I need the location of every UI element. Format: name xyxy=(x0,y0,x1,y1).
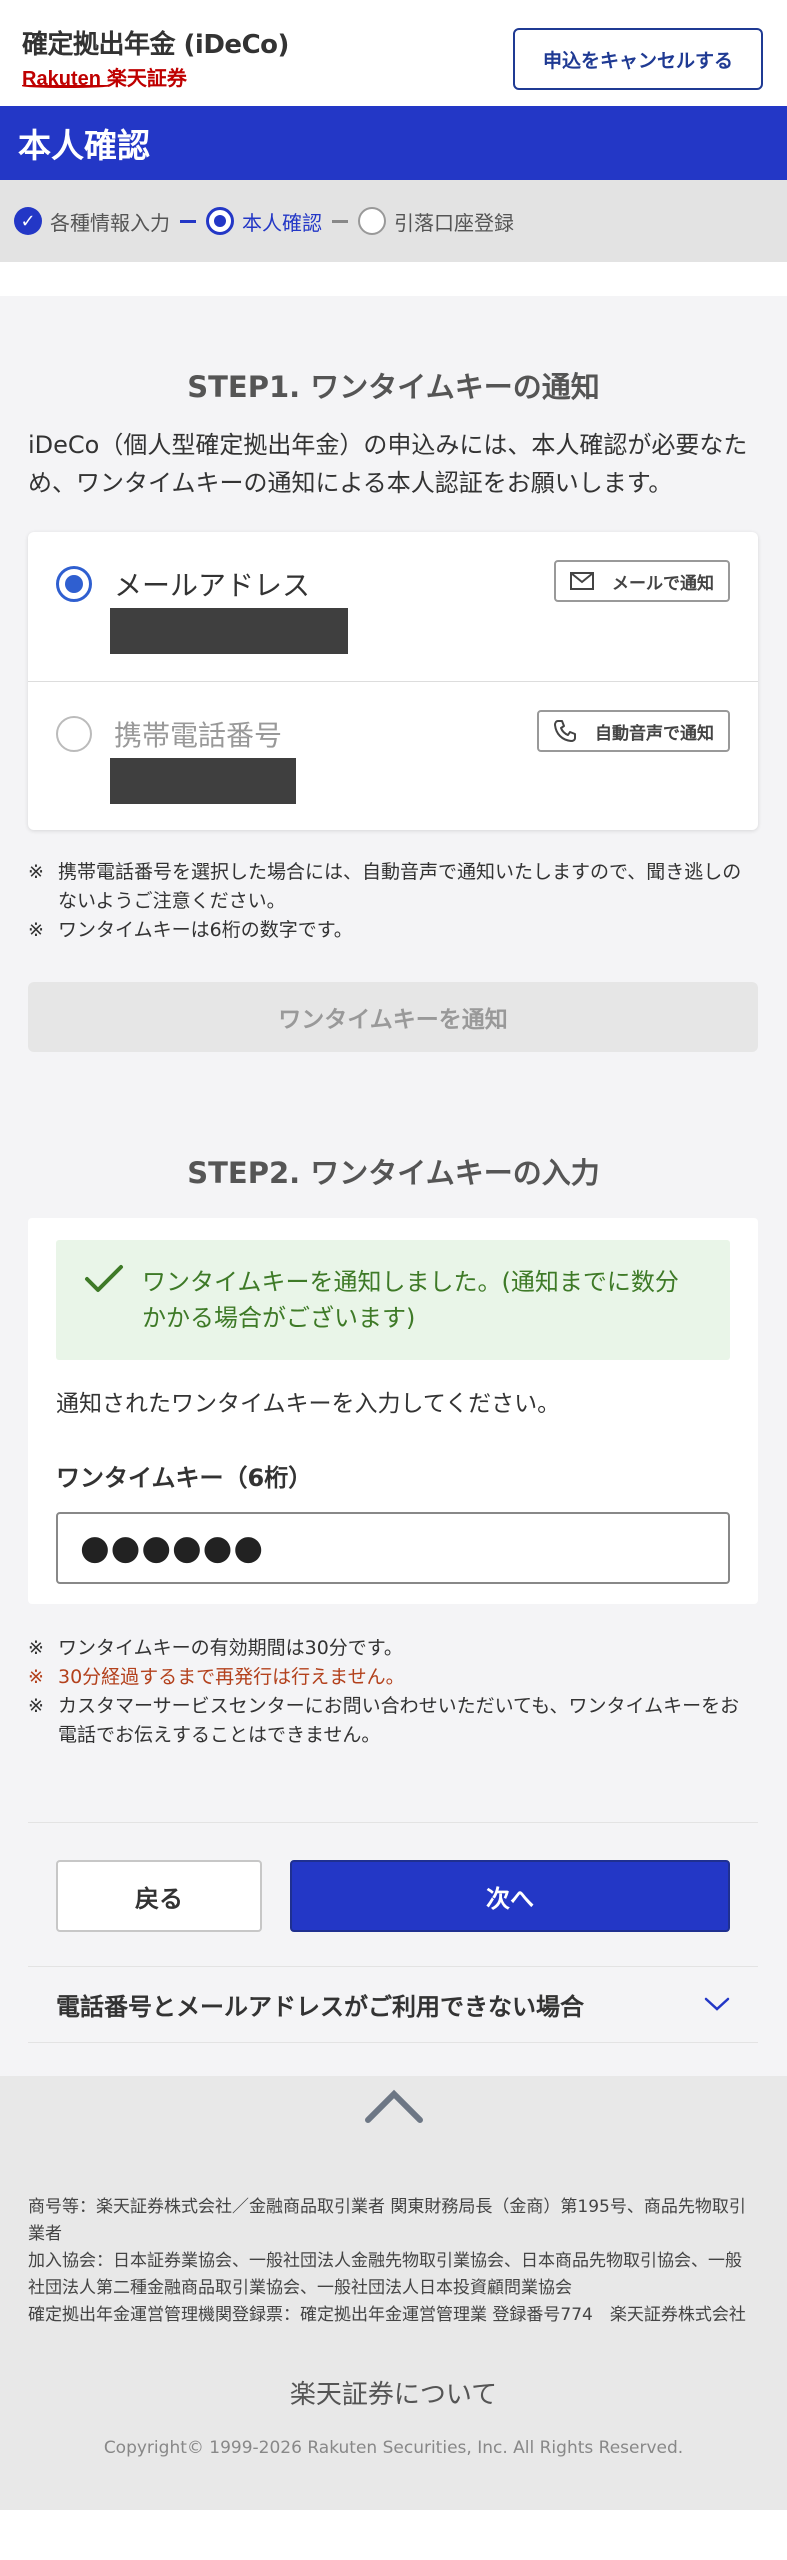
current-step-icon xyxy=(206,207,234,235)
progress-stepper: ✓ 各種情報入力 本人確認 引落口座登録 xyxy=(0,180,787,262)
step-label-bank: 引落口座登録 xyxy=(394,210,514,235)
divider xyxy=(28,1966,758,1967)
note-item: ※ カスタマーサービスセンターにお問い合わせいただいても、ワンタイムキーをお電話で… xyxy=(28,1695,740,1746)
onetime-key-input[interactable]: ●●●●●● xyxy=(56,1512,730,1584)
email-radio[interactable] xyxy=(56,566,92,602)
legal-line: 商号等：楽天証券株式会社／金融商品取引業者 関東財務局長（金商）第195号、商品… xyxy=(28,2197,746,2244)
contact-option-email[interactable]: メールアドレス メールで通知 xyxy=(28,532,758,681)
rakuten-logo[interactable]: Rakuten 楽天証券 xyxy=(22,62,187,91)
legal-text: 商号等：楽天証券株式会社／金融商品取引業者 関東財務局長（金商）第195号、商品… xyxy=(28,2194,758,2329)
back-to-top-icon[interactable] xyxy=(364,2086,424,2126)
step-label-verify: 本人確認 xyxy=(242,210,322,235)
logo-swoosh xyxy=(22,84,110,88)
legal-line: 確定拠出年金運営管理機関登録票：確定拠出年金運営管理業 登録番号774 楽天証券… xyxy=(28,2305,746,2325)
chevron-down-icon xyxy=(704,1997,730,2011)
cancel-application-button[interactable]: 申込をキャンセルする xyxy=(513,28,763,90)
mail-icon xyxy=(570,572,594,590)
step2-title: STEP2. ワンタイムキーの入力 xyxy=(187,1156,600,1190)
note-item: ※ 携帯電話番号を選択した場合には、自動音声で通知いたしますので、聞き逃しのないよ… xyxy=(28,861,742,912)
main-content: STEP1. ワンタイムキーの通知 iDeCo（個人型確定拠出年金）の申込みには… xyxy=(0,296,787,2076)
success-message: ワンタイムキーを通知しました。(通知までに数分かかる場合がございます) xyxy=(142,1268,679,1332)
check-icon xyxy=(85,1265,123,1292)
phone-notify-button[interactable]: 自動音声で通知 xyxy=(537,710,730,752)
phone-radio[interactable] xyxy=(56,716,92,752)
redacted-phone xyxy=(110,758,296,804)
phone-notify-label: 自動音声で通知 xyxy=(595,723,714,744)
check-icon: ✓ xyxy=(14,207,42,235)
contact-method-card: メールアドレス メールで通知 携帯電話番号 自動音声で通知 xyxy=(28,532,758,830)
step-label-input: 各種情報入力 xyxy=(50,210,170,235)
phone-icon xyxy=(554,720,576,742)
email-notify-button[interactable]: メールで通知 xyxy=(554,560,730,602)
header: 確定拠出年金 (iDeCo) Rakuten 楽天証券 申込をキャンセルする xyxy=(0,0,787,106)
note-item: ※ ワンタイムキーは6桁の数字です。 xyxy=(28,919,353,941)
copyright: Copyright© 1999-2026 Rakuten Securities,… xyxy=(103,2438,684,2458)
onetime-key-label: ワンタイムキー（6桁） xyxy=(56,1464,313,1492)
divider xyxy=(28,2042,758,2043)
email-option-label: メールアドレス xyxy=(114,569,311,602)
app-title: 確定拠出年金 (iDeCo) xyxy=(22,30,289,60)
accordion-label: 電話番号とメールアドレスがご利用できない場合 xyxy=(56,1992,584,2021)
redacted-email xyxy=(110,608,348,654)
step-connector xyxy=(180,219,196,223)
success-alert: ワンタイムキーを通知しました。(通知までに数分かかる場合がございます) xyxy=(56,1240,730,1360)
page-bottom xyxy=(0,2510,787,2560)
page-title: 本人確認 xyxy=(0,106,787,180)
entry-instruction: 通知されたワンタイムキーを入力してください。 xyxy=(56,1391,561,1417)
pending-step-icon xyxy=(358,207,386,235)
key-entry-card: ワンタイムキーを通知しました。(通知までに数分かかる場合がございます) 通知され… xyxy=(28,1218,758,1604)
email-notify-label: メールで通知 xyxy=(612,573,714,594)
next-button[interactable]: 次へ xyxy=(290,1860,730,1932)
back-button[interactable]: 戻る xyxy=(56,1860,262,1932)
unavailable-contact-accordion[interactable]: 電話番号とメールアドレスがご利用できない場合 xyxy=(28,1968,758,2040)
send-onetime-key-button[interactable]: ワンタイムキーを通知 xyxy=(28,982,758,1052)
note-item-warning: ※ 30分経過するまで再発行は行えません。 xyxy=(28,1666,405,1688)
phone-option-label: 携帯電話番号 xyxy=(114,719,283,752)
step1-notes: ※ 携帯電話番号を選択した場合には、自動音声で通知いたしますので、聞き逃しのないよ… xyxy=(28,858,758,945)
logo-securities-text: 楽天証券 xyxy=(106,66,187,90)
step-connector xyxy=(332,219,348,223)
step1-intro: iDeCo（個人型確定拠出年金）の申込みには、本人確認が必要なため、ワンタイムキ… xyxy=(28,431,748,497)
note-item: ※ ワンタイムキーの有効期間は30分です。 xyxy=(28,1637,403,1659)
legal-line: 加入協会：日本証券業協会、一般社団法人金融先物取引業協会、日本商品先物取引協会、… xyxy=(28,2251,742,2298)
divider xyxy=(28,1822,758,1823)
step1-title: STEP1. ワンタイムキーの通知 xyxy=(187,370,600,404)
step2-notes: ※ ワンタイムキーの有効期間は30分です。 ※ 30分経過するまで再発行は行えません… xyxy=(28,1634,758,1750)
footer: 商号等：楽天証券株式会社／金融商品取引業者 関東財務局長（金商）第195号、商品… xyxy=(0,2076,787,2510)
contact-option-phone[interactable]: 携帯電話番号 自動音声で通知 xyxy=(28,681,758,830)
about-link[interactable]: 楽天証券について xyxy=(0,2374,787,2411)
